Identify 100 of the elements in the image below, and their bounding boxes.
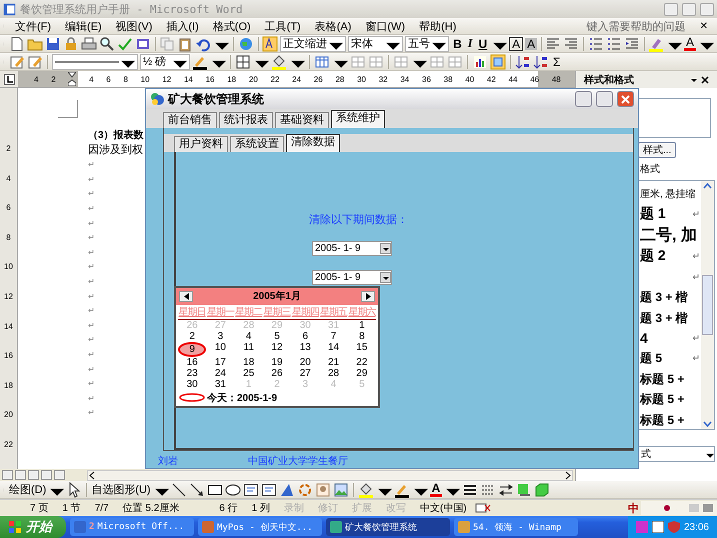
arrow-icon[interactable]	[188, 482, 205, 498]
border-grid-icon[interactable]	[235, 54, 251, 70]
framed-picture-icon[interactable]	[490, 54, 506, 70]
calendar-day[interactable]: 12	[262, 342, 292, 357]
calendar-day[interactable]: 17	[206, 356, 235, 368]
calendar-day[interactable]: 28	[319, 368, 348, 379]
tab[interactable]: 基础资料	[275, 112, 329, 128]
menu-item[interactable]: 编辑(E)	[59, 18, 108, 34]
character-shading-button[interactable]: A	[525, 38, 538, 50]
calendar-day[interactable]: 14	[319, 342, 348, 357]
bulleted-list-icon[interactable]	[606, 36, 622, 52]
calendar-day[interactable]: 8	[348, 330, 376, 342]
style-list-item[interactable]: 题 5 ↵	[640, 350, 701, 368]
menu-item[interactable]: 插入(I)	[160, 18, 205, 34]
calendar-day[interactable]: 16	[178, 356, 206, 368]
paint-bucket-icon[interactable]	[271, 54, 287, 70]
close-document-button[interactable]: ✕	[694, 20, 714, 32]
ime-toolbar-icon[interactable]	[641, 501, 717, 515]
character-border-button[interactable]: A	[509, 36, 524, 50]
tab[interactable]: 前台销售	[163, 112, 217, 128]
vertical-ruler[interactable]: 2 4 6 8 10 12 14 16 18 20 22	[0, 88, 18, 469]
tab[interactable]: 系统维护	[331, 110, 385, 128]
calendar-day[interactable]: 10	[206, 342, 235, 357]
menu-item[interactable]: 视图(V)	[110, 18, 158, 34]
scrollbar-thumb[interactable]	[702, 275, 713, 335]
clip-art-icon[interactable]	[314, 482, 331, 498]
minimize-button[interactable]	[575, 91, 592, 108]
italic-button[interactable]: I	[466, 36, 474, 51]
calendar-day[interactable]: 3	[206, 330, 235, 342]
calendar-day[interactable]: 18	[234, 356, 263, 368]
calendar-day[interactable]: 29	[348, 368, 376, 379]
new-style-button[interactable]: 样式...	[638, 142, 676, 158]
ime-mode-button[interactable]: 中	[626, 500, 641, 516]
style-list-item[interactable]: 题 2 ↵	[640, 247, 701, 266]
close-button[interactable]	[617, 91, 634, 108]
calendar-day[interactable]: 26	[262, 368, 292, 379]
underline-button[interactable]: U	[476, 36, 490, 50]
picture-icon[interactable]	[332, 482, 349, 498]
magnifier-icon[interactable]	[99, 36, 115, 52]
dashed-circle-icon[interactable]	[296, 482, 313, 498]
style-list-item[interactable]: 厘米, 悬挂缩	[640, 185, 701, 202]
previous-month-button[interactable]	[179, 290, 193, 302]
calendar-day[interactable]: 5	[262, 330, 292, 342]
calendar-day[interactable]: 9	[178, 342, 206, 357]
help-search-field[interactable]: 键入需要帮助的问题	[580, 18, 692, 34]
calendar-day[interactable]: 2	[178, 330, 206, 342]
chart-icon[interactable]	[472, 54, 488, 70]
menu-item[interactable]: 帮助(H)	[413, 18, 462, 34]
calendar-day[interactable]: 13	[291, 342, 320, 357]
indent-marker-icon[interactable]	[68, 72, 76, 86]
start-button[interactable]: 开始	[0, 516, 66, 538]
style-list-item[interactable]: 标题 5 +	[640, 370, 701, 388]
style-list-item[interactable]: 标题 5 +	[640, 412, 701, 429]
shadow-icon[interactable]	[516, 482, 532, 498]
next-month-button[interactable]	[361, 290, 375, 302]
calendar-day[interactable]: 1	[348, 320, 376, 331]
calendar-day[interactable]: 24	[206, 368, 235, 379]
style-list-item[interactable]: ↵	[640, 268, 701, 286]
table-icon[interactable]	[314, 54, 330, 70]
calendar-day[interactable]: 7	[319, 330, 348, 342]
bold-button[interactable]: B	[451, 36, 464, 50]
printer-icon[interactable]	[81, 36, 97, 52]
calendar-day[interactable]: 20	[291, 356, 320, 368]
dropdown-arrow-icon[interactable]	[690, 76, 697, 83]
autosum-button[interactable]: Σ	[551, 54, 562, 68]
tab[interactable]: 系统设置	[230, 136, 284, 152]
indent-icon[interactable]	[624, 36, 640, 52]
calendar-day[interactable]: 21	[319, 356, 348, 368]
menu-item[interactable]: 格式(O)	[206, 18, 257, 34]
calendar-day[interactable]: 22	[348, 356, 376, 368]
close-icon[interactable]	[701, 76, 709, 84]
text-box-icon[interactable]	[260, 482, 277, 498]
ellipse-icon[interactable]	[224, 482, 241, 498]
sort-ascending-icon[interactable]	[515, 54, 531, 70]
draw-menu[interactable]: 绘图(D)	[9, 482, 46, 497]
scroll-right-icon[interactable]	[563, 470, 572, 480]
calendar-day[interactable]: 31	[206, 378, 235, 390]
menu-item[interactable]: 表格(A)	[308, 18, 358, 34]
tab[interactable]: 清除数据	[286, 134, 340, 152]
taskbar-button[interactable]: 2 Microsoft Off...	[70, 518, 194, 536]
tab-stop-icon[interactable]	[4, 74, 14, 84]
bulleted-list-icon[interactable]	[588, 36, 604, 52]
tab[interactable]: 统计报表	[219, 112, 273, 128]
line-style-dropdown[interactable]	[52, 54, 138, 70]
calendar-day[interactable]: 19	[262, 356, 292, 368]
font-dropdown[interactable]: 宋体	[348, 36, 404, 52]
calendar-day[interactable]: 15	[348, 342, 376, 357]
styles-icon[interactable]	[262, 36, 278, 52]
line-icon[interactable]	[170, 482, 187, 498]
taskbar-button[interactable]: MyPos - 创天中文...	[198, 518, 322, 536]
style-list-item[interactable]: 标题 5 +	[640, 391, 701, 408]
show-dropdown[interactable]: 式	[638, 446, 715, 462]
lock-icon[interactable]	[63, 36, 79, 52]
align-right-icon[interactable]	[563, 36, 580, 52]
calendar-day[interactable]: 4	[234, 330, 263, 342]
check-mark-icon[interactable]	[117, 36, 133, 52]
align-left-icon[interactable]	[545, 36, 562, 52]
text-box-icon[interactable]	[242, 482, 259, 498]
date-picker[interactable]: 2005- 1- 9	[312, 240, 392, 256]
taskbar-button[interactable]: 54. 领海 - Winamp	[454, 518, 578, 536]
